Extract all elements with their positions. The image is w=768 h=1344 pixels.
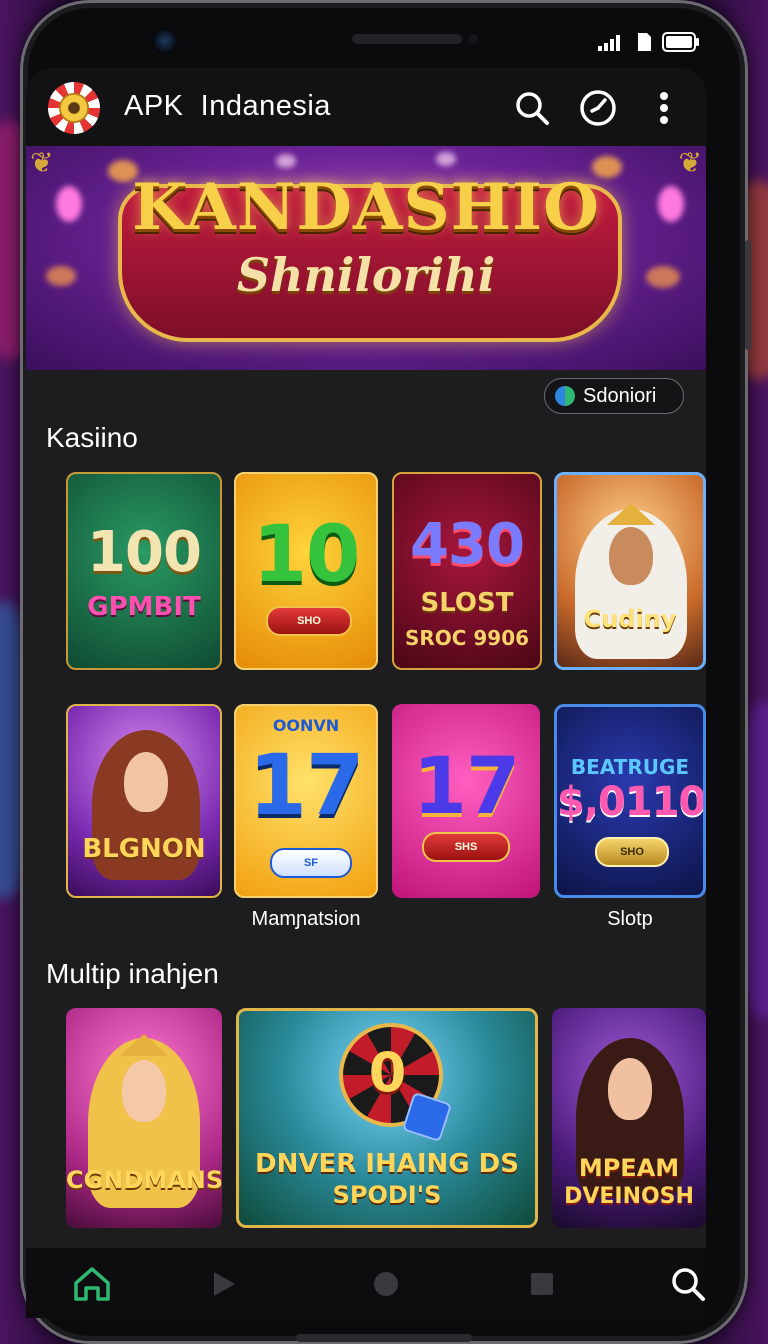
tile-top-label: OONVN: [272, 716, 340, 735]
chip-logo-icon: [555, 386, 575, 406]
tile-number: 0: [368, 1041, 407, 1104]
tile-label: MPEAM: [578, 1154, 680, 1182]
tile-sublabel: SROC 9906: [404, 626, 530, 650]
front-camera: [152, 28, 178, 54]
game-tile[interactable]: MPEAM DVEINOSH: [552, 1008, 706, 1228]
clock-icon[interactable]: [576, 86, 620, 130]
tile-label: CGNDMANS: [66, 1166, 222, 1194]
sim-icon: [638, 33, 651, 51]
tile-label: DNVER IHAING DS: [255, 1149, 519, 1179]
tile-ribbon: SHS: [422, 832, 510, 862]
tile-number: 100: [87, 520, 202, 585]
hero-banner[interactable]: ❦ ❦ KANDASHIO Shnilorihi: [26, 146, 706, 370]
tile-caption: Slotp: [607, 908, 653, 930]
game-tile[interactable]: 17 SHS: [392, 704, 540, 898]
signal-icon: [598, 35, 620, 51]
tile-sublabel: DVEINOSH: [564, 1184, 694, 1209]
character-face: [609, 527, 653, 585]
search-icon[interactable]: [510, 86, 554, 130]
circle-icon[interactable]: [364, 1262, 408, 1306]
game-tile[interactable]: Cudiny: [554, 472, 706, 670]
tile-number: 10: [252, 510, 361, 600]
filter-chip-label: Sdoniori: [583, 384, 657, 407]
tile-label: SLOST: [420, 588, 514, 618]
earpiece-speaker: [352, 34, 462, 44]
tile-number: 17: [248, 736, 365, 834]
square-icon[interactable]: [520, 1262, 564, 1306]
character-face: [124, 752, 168, 812]
power-button: [745, 240, 751, 350]
game-tile[interactable]: BEATRUGE $,0110 SHO: [554, 704, 706, 898]
tile-ribbon: SF: [270, 848, 352, 878]
game-tile[interactable]: OONVN 17 SF: [234, 704, 378, 898]
more-vert-icon[interactable]: [642, 86, 686, 130]
search-icon[interactable]: [666, 1262, 710, 1306]
banner-title: KANDASHIO: [132, 170, 600, 245]
section-title-casino: Kasiino: [46, 422, 138, 453]
proximity-sensor: [468, 34, 478, 44]
character-face: [608, 1058, 652, 1120]
status-bar: [20, 0, 748, 70]
game-tile[interactable]: CGNDMANS: [66, 1008, 222, 1228]
game-tile[interactable]: 100 GPMBIT: [66, 472, 222, 670]
tile-ribbon: SHO: [266, 606, 352, 636]
tile-label: GPMBIT: [87, 592, 201, 622]
game-tile[interactable]: 430 SLOST SROC 9906: [392, 472, 542, 670]
app-screen: APK Indanesia ❦ ❦ KANDASHIO Shnilorihi S…: [26, 68, 706, 1248]
tile-caption: Mamɲatsion: [251, 908, 361, 930]
bottom-navigation: [26, 1248, 706, 1318]
banner-subtitle: Shnilorihi: [236, 248, 496, 302]
tile-label: Cudiny: [583, 605, 677, 633]
filter-chip[interactable]: Sdoniori: [544, 378, 684, 414]
app-title: APK Indanesia: [124, 90, 331, 122]
tile-label: BLGNON: [82, 834, 206, 864]
status-icons: [598, 32, 700, 52]
tile-number: 17: [412, 742, 521, 832]
game-tile[interactable]: 10 SHO: [234, 472, 378, 670]
play-icon[interactable]: [202, 1262, 246, 1306]
home-icon[interactable]: [70, 1262, 114, 1306]
section-title-multiplayer: Multip inahjen: [46, 958, 219, 989]
tile-sublabel: SPODI'S: [332, 1181, 442, 1209]
app-logo[interactable]: [48, 82, 100, 134]
crown-icon: [607, 503, 655, 525]
tile-ribbon: SHO: [595, 837, 669, 867]
tile-number: $,0110: [557, 779, 706, 825]
crown-icon: [120, 1034, 168, 1056]
game-tile[interactable]: 0 DNVER IHAING DS SPODI'S: [236, 1008, 538, 1228]
tile-number: 430: [410, 512, 525, 577]
battery-icon: [662, 32, 699, 52]
tile-top-label: BEATRUGE: [570, 755, 690, 779]
app-bar: APK Indanesia: [26, 68, 706, 146]
home-indicator: [296, 1334, 472, 1342]
character-face: [122, 1060, 166, 1122]
game-tile[interactable]: BLGNON: [66, 704, 222, 898]
